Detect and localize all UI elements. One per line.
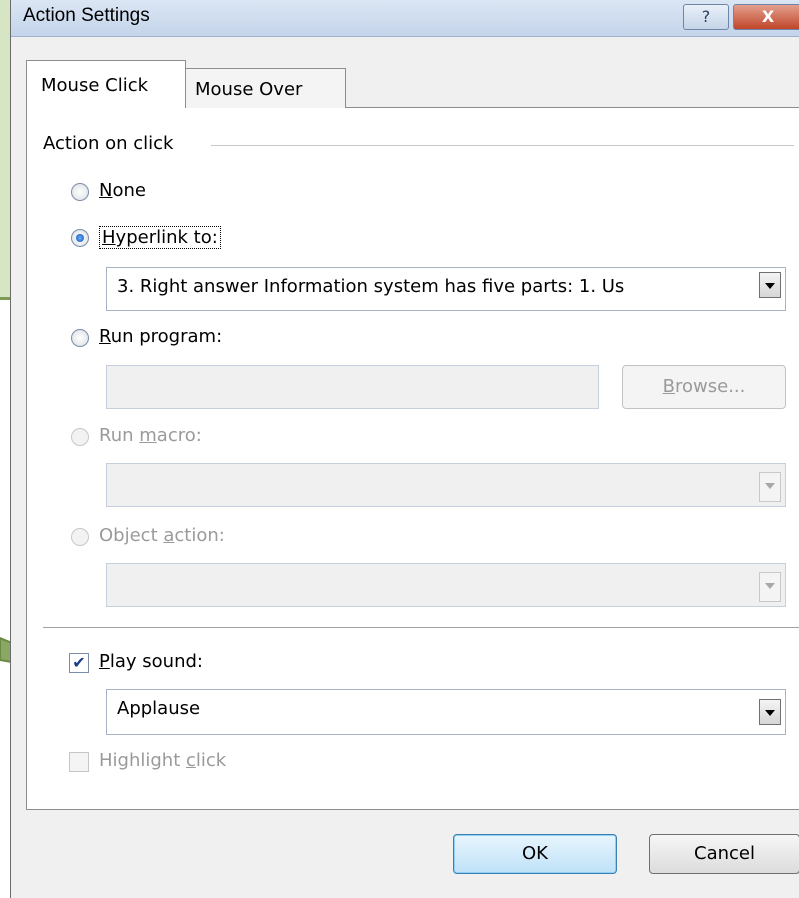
tab-mouse-over[interactable]: Mouse Over (185, 68, 346, 108)
sound-dropdown[interactable]: Applause (106, 689, 786, 735)
run-program-radio-label[interactable]: Run program: (99, 326, 222, 347)
chevron-down-icon[interactable] (759, 472, 781, 502)
hyperlink-radio-label[interactable]: Hyperlink to: (99, 226, 221, 249)
window-title: Action Settings (23, 5, 150, 26)
checkmark-icon: ✔ (72, 653, 86, 672)
tab-mouse-click[interactable]: Mouse Click (26, 60, 186, 108)
run-program-radio[interactable] (71, 329, 89, 347)
tab-label: Mouse Over (195, 79, 303, 100)
run-program-input[interactable] (106, 365, 599, 409)
run-macro-dropdown[interactable] (106, 463, 786, 507)
sound-dropdown-value: Applause (117, 698, 201, 719)
chevron-down-icon[interactable] (759, 572, 781, 602)
hyperlink-radio[interactable] (71, 229, 89, 247)
run-macro-radio[interactable] (71, 428, 89, 446)
group-divider (211, 145, 794, 146)
help-button[interactable]: ? (683, 4, 729, 30)
cancel-button[interactable]: Cancel (649, 834, 799, 874)
help-icon: ? (701, 7, 711, 26)
browse-button[interactable]: Browse... (622, 365, 786, 409)
hyperlink-dropdown-value: 3. Right answer Information system has f… (117, 276, 625, 297)
highlight-click-label[interactable]: Highlight click (99, 750, 226, 771)
section-divider (43, 627, 799, 628)
hyperlink-dropdown[interactable]: 3. Right answer Information system has f… (106, 267, 786, 311)
run-macro-radio-label[interactable]: Run macro: (99, 425, 202, 446)
title-bar: Action Settings ? X (11, 0, 799, 37)
none-radio-label[interactable]: None (99, 180, 146, 201)
tab-label: Mouse Click (41, 75, 149, 96)
object-action-dropdown[interactable] (106, 563, 786, 607)
chevron-down-icon[interactable] (759, 272, 781, 298)
ok-button[interactable]: OK (453, 834, 617, 874)
action-settings-dialog: Action Settings ? X Mouse Click Mouse Ov… (10, 0, 799, 898)
action-on-click-heading: Action on click (43, 133, 180, 154)
object-action-radio-label[interactable]: Object action: (99, 525, 225, 546)
close-button[interactable]: X (733, 4, 799, 30)
object-action-radio[interactable] (71, 528, 89, 546)
none-radio[interactable] (71, 183, 89, 201)
close-icon: X (761, 7, 775, 26)
highlight-click-checkbox[interactable] (69, 752, 89, 772)
play-sound-checkbox[interactable]: ✔ (69, 653, 89, 673)
chevron-down-icon[interactable] (759, 699, 781, 725)
play-sound-label[interactable]: Play sound: (99, 651, 203, 672)
